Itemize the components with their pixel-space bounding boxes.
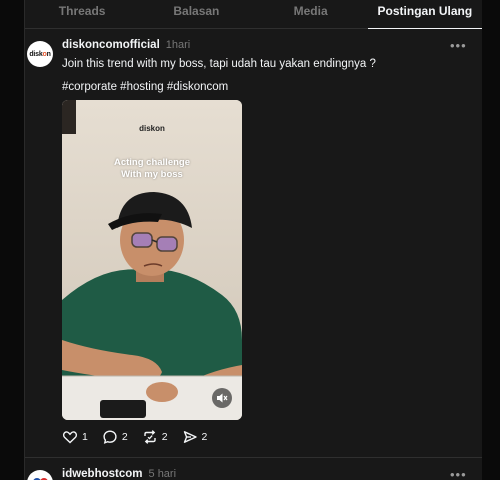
post-header: diskoncomofficial 1hari bbox=[62, 39, 190, 51]
mute-icon[interactable] bbox=[212, 388, 232, 408]
next-post-timestamp[interactable]: 5 hari bbox=[149, 468, 177, 480]
video-brand-logo: diskon bbox=[139, 124, 165, 133]
post-video[interactable]: diskon Acting challenge With my boss bbox=[62, 100, 242, 420]
repost-icon bbox=[143, 430, 156, 444]
post-hashtags[interactable]: #corporate #hosting #diskoncom bbox=[62, 81, 228, 93]
comment-icon bbox=[103, 430, 117, 444]
username[interactable]: diskoncomofficial bbox=[62, 39, 160, 51]
reply-count: 2 bbox=[121, 431, 128, 443]
repost-button[interactable]: 2 bbox=[142, 429, 168, 445]
tab-postingan-ulang[interactable]: Postingan Ulang bbox=[367, 0, 482, 29]
post-caption: Join this trend with my boss, tapi udah … bbox=[62, 58, 376, 70]
tab-balasan[interactable]: Balasan bbox=[139, 0, 253, 28]
repost-count: 2 bbox=[161, 431, 168, 443]
more-options-icon[interactable]: ••• bbox=[450, 38, 467, 53]
tab-media[interactable]: Media bbox=[254, 0, 368, 28]
profile-tabs: Threads Balasan Media Postingan Ulang bbox=[25, 0, 482, 29]
avatar[interactable]: diskon bbox=[27, 41, 53, 67]
video-overlay-text: Acting challenge With my boss bbox=[113, 157, 190, 180]
profile-feed-panel: Threads Balasan Media Postingan Ulang di… bbox=[24, 0, 483, 480]
next-post-username[interactable]: idwebhostcom bbox=[62, 468, 143, 480]
diskon-logo: diskon bbox=[29, 50, 51, 58]
post-divider bbox=[25, 457, 482, 458]
page: Threads Balasan Media Postingan Ulang di… bbox=[0, 0, 500, 480]
video-frame-illustration bbox=[62, 100, 242, 420]
next-post-more-options-icon[interactable]: ••• bbox=[450, 467, 467, 480]
share-count: 2 bbox=[201, 431, 208, 443]
heart-icon bbox=[62, 431, 78, 444]
next-post-avatar[interactable] bbox=[27, 470, 53, 480]
reply-button[interactable]: 2 bbox=[102, 429, 128, 445]
share-button[interactable]: 2 bbox=[182, 429, 208, 445]
timestamp[interactable]: 1hari bbox=[166, 39, 190, 51]
tab-threads[interactable]: Threads bbox=[25, 0, 139, 28]
left-rail bbox=[0, 0, 24, 480]
like-button[interactable]: 1 bbox=[62, 429, 88, 445]
post-actions: 1 2 2 2 bbox=[62, 429, 207, 445]
send-icon bbox=[183, 431, 197, 443]
next-post-header: idwebhostcom 5 hari bbox=[62, 468, 176, 480]
like-count: 1 bbox=[82, 431, 88, 443]
right-rail bbox=[482, 0, 500, 480]
